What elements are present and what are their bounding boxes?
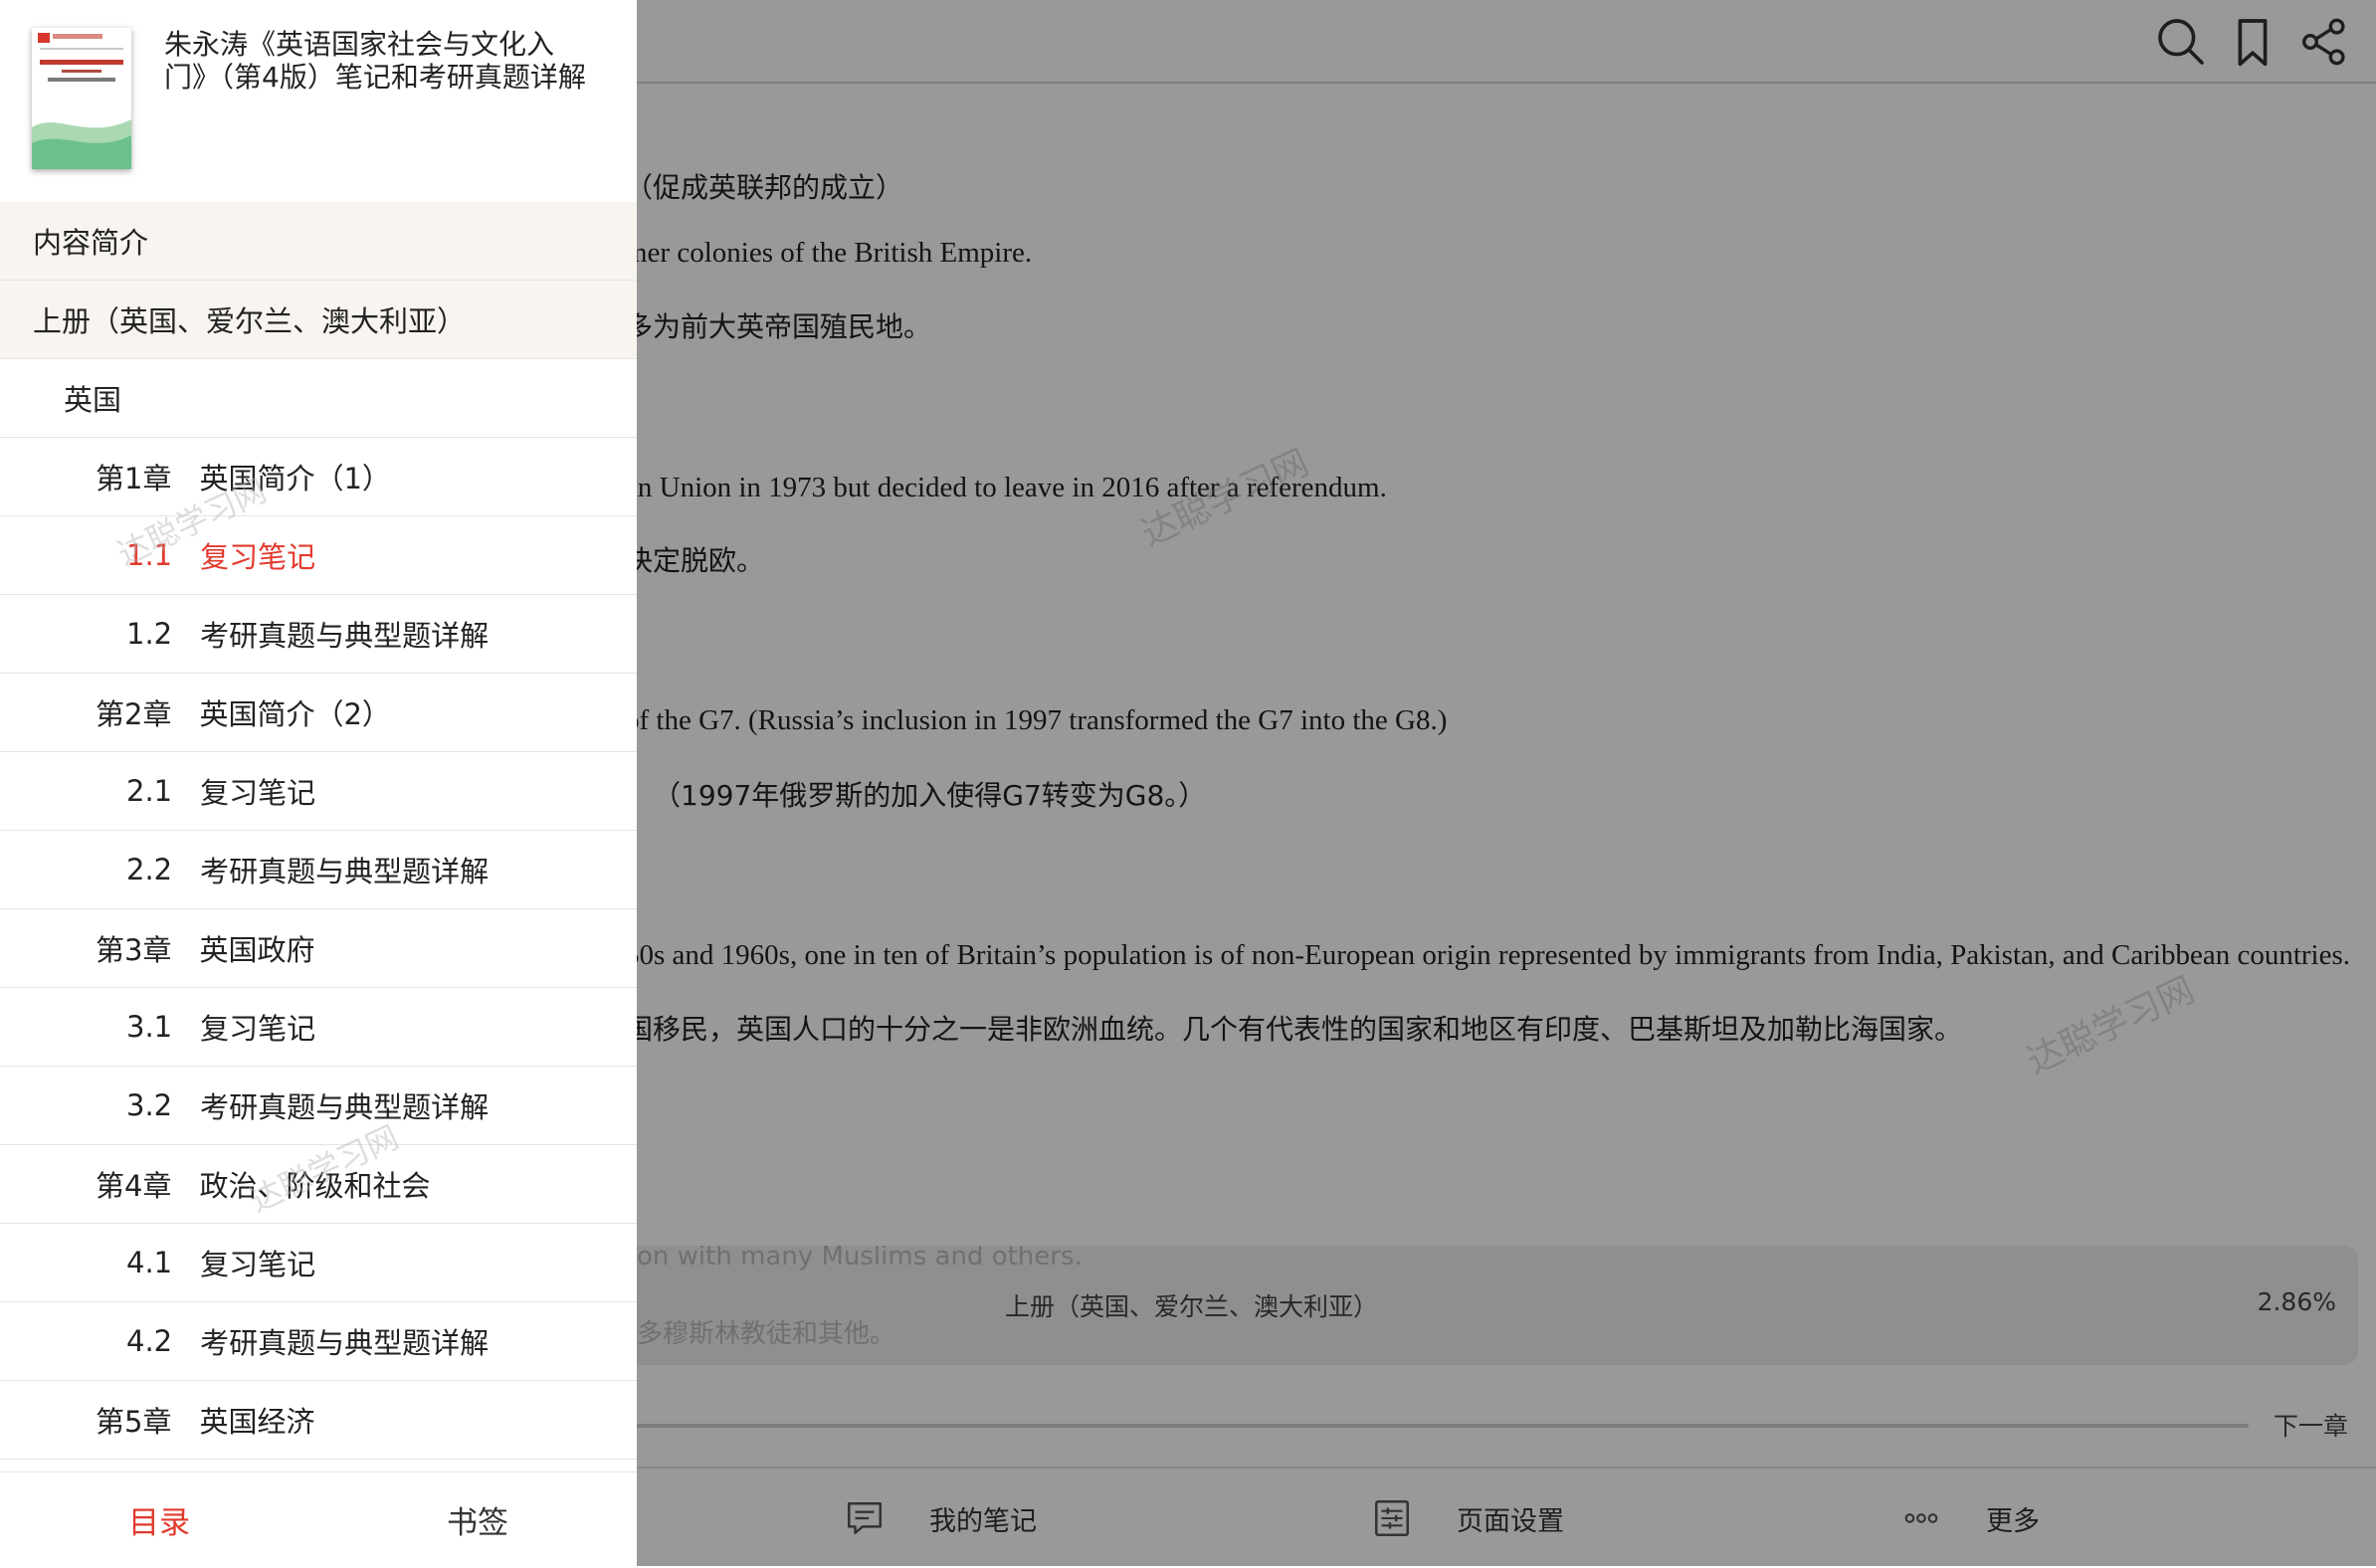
toc-drawer: 朱永涛《英语国家社会与文化入门》（第4版）笔记和考研真题详解 内容简介上册（英国… [0, 0, 637, 1567]
toc-item[interactable]: 3.1 复习笔记 [0, 988, 637, 1067]
toc-item-label: 英国 [64, 383, 122, 417]
toc-item-label: 上册（英国、爱尔兰、澳大利亚） [33, 304, 467, 338]
toc-item[interactable]: 英国 [0, 359, 637, 438]
toc-item[interactable]: 第4章 政治、阶级和社会 [0, 1145, 637, 1224]
toc-item[interactable]: 1.1 复习笔记 [0, 516, 637, 595]
toc-item-label: 复习笔记 [200, 1248, 316, 1281]
toc-item-label: 复习笔记 [200, 540, 316, 574]
book-title: 朱永涛《英语国家社会与文化入门》（第4版）笔记和考研真题详解 [164, 28, 586, 94]
toc-item-label: 英国经济 [199, 1405, 315, 1439]
toc-item[interactable]: 第3章 英国政府 [0, 909, 637, 988]
book-cover [32, 28, 131, 169]
toc-item-number: 1.1 [126, 538, 173, 572]
toc-item-number: 2.1 [126, 774, 173, 808]
toc-item[interactable]: 第2章 英国简介（2） [0, 674, 637, 752]
toc-item-label: 内容简介 [33, 226, 149, 260]
toc-item[interactable]: 2.2 考研真题与典型题详解 [0, 831, 637, 909]
toc-item-label: 复习笔记 [200, 1012, 316, 1046]
toc-item-number: 第5章 [96, 1405, 172, 1439]
tab-contents[interactable]: 目录 [0, 1472, 318, 1567]
toc-item-number: 4.2 [126, 1324, 173, 1358]
toc-item-number: 第1章 [96, 462, 172, 495]
toc-item-label: 英国政府 [199, 933, 315, 967]
toc-item-label: 复习笔记 [200, 776, 316, 810]
toc-item-label: 考研真题与典型题详解 [200, 1326, 490, 1360]
toc-item[interactable]: 上册（英国、爱尔兰、澳大利亚） [0, 281, 637, 359]
toc-item-number: 2.2 [126, 853, 173, 886]
toc-item-label: 英国简介（1） [199, 462, 391, 495]
toc-item-label: 政治、阶级和社会 [199, 1169, 431, 1203]
toc-item-label: 英国简介（2） [199, 697, 391, 731]
toc-item-number: 第3章 [96, 933, 172, 967]
toc-item-number: 3.2 [126, 1088, 173, 1122]
toc-item[interactable]: 4.1 复习笔记 [0, 1224, 637, 1302]
toc-item[interactable]: 4.2 考研真题与典型题详解 [0, 1302, 637, 1381]
toc-item[interactable]: 第5章 英国经济 [0, 1381, 637, 1460]
toc-item-number: 第4章 [96, 1169, 172, 1203]
toc-item-label: 考研真题与典型题详解 [200, 619, 490, 653]
toc-item[interactable]: 1.2 考研真题与典型题详解 [0, 595, 637, 674]
toc-item[interactable]: 2.1 复习笔记 [0, 752, 637, 831]
toc-item-label: 考研真题与典型题详解 [200, 855, 490, 888]
drawer-tabs: 目录 书签 [0, 1471, 637, 1567]
toc-item-number: 第2章 [96, 697, 172, 731]
tab-bookmarks[interactable]: 书签 [318, 1472, 637, 1567]
toc-item[interactable]: 内容简介 [0, 202, 637, 281]
toc-list: 内容简介 上册（英国、爱尔兰、澳大利亚） 英国 第1章 英国简介（1） 1.1 复习笔记 1.… [0, 202, 637, 1471]
book-header: 朱永涛《英语国家社会与文化入门》（第4版）笔记和考研真题详解 [0, 0, 637, 202]
toc-item-number: 4.1 [126, 1246, 173, 1279]
toc-item[interactable]: 第1章 英国简介（1） [0, 438, 637, 516]
toc-item-number: 1.2 [126, 617, 173, 651]
toc-item[interactable]: 3.2 考研真题与典型题详解 [0, 1067, 637, 1145]
toc-item-number: 3.1 [126, 1010, 173, 1044]
toc-item-label: 考研真题与典型题详解 [200, 1090, 490, 1124]
